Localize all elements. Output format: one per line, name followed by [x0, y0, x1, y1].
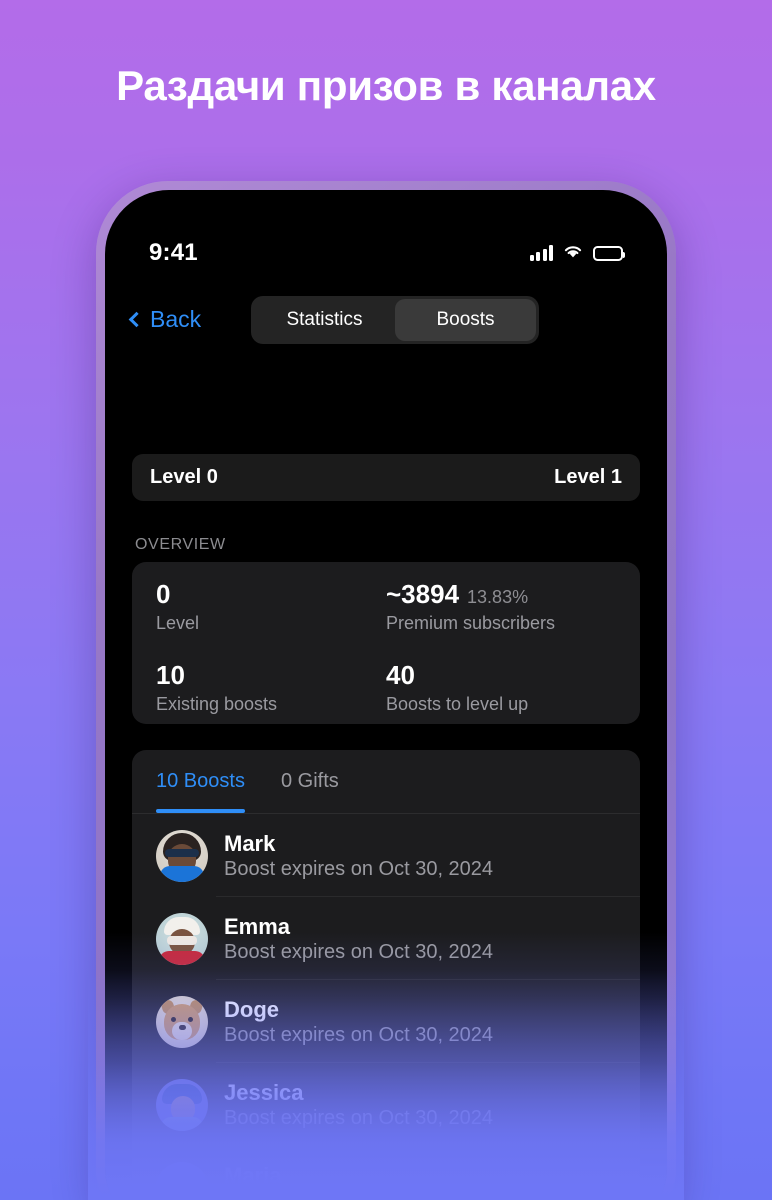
- overview-label: Boosts to level up: [386, 693, 529, 714]
- list-item-name: Jessica: [224, 1079, 304, 1105]
- boost-list-tabs: 10 Boosts 0 Gifts: [132, 750, 640, 814]
- avatar: [156, 829, 208, 882]
- list-item-text: Emma Boost expires on Oct 30, 2024: [224, 914, 493, 964]
- list-item[interactable]: Mark Boost expires on Oct 30, 2024: [132, 814, 640, 897]
- avatar: [156, 912, 208, 965]
- overview-row: 10 Existing boosts 40 Boosts to level up: [156, 660, 616, 724]
- list-item-subtitle: Boost expires on Oct 30, 2024: [224, 1106, 494, 1129]
- overview-value: ~3894: [386, 579, 460, 609]
- list-item[interactable]: Doge Boost expires on Oct 30, 2024: [132, 980, 640, 1063]
- list-item-text: Jessica Boost expires on Oct 30, 2024: [224, 1080, 493, 1130]
- signal-bars-icon: [529, 245, 553, 261]
- overview-card: 0 Level ~3894 13.83% Premium subscribers…: [132, 562, 640, 724]
- phone-screen: 9:41 Back Statistics Boosts Level 0 Leve…: [105, 190, 667, 1200]
- page-title: Раздачи призов в каналах: [116, 62, 656, 109]
- back-button[interactable]: Back: [128, 305, 202, 333]
- list-item-subtitle: Boost expires on Oct 30, 2024: [224, 1023, 494, 1046]
- overview-cell-existing-boosts: 10 Existing boosts: [156, 660, 386, 724]
- tab-boosts-count[interactable]: 10 Boosts: [156, 750, 245, 813]
- tab-gifts-count[interactable]: 0 Gifts: [281, 750, 339, 813]
- level-next-label: Level 1: [554, 466, 622, 488]
- avatar: [156, 1161, 208, 1200]
- list-item[interactable]: Emma Boost expires on Oct 30, 2024: [132, 897, 640, 980]
- level-current-label: Level 0: [150, 466, 218, 488]
- list-item-text: Mark Boost expires on Oct 30, 2024: [224, 831, 493, 881]
- tab-statistics[interactable]: Statistics: [254, 299, 395, 341]
- list-item-text: Maria Boost expires on Oct 30, 2024: [224, 1163, 493, 1200]
- avatar: [156, 1078, 208, 1131]
- list-item-name: Doge: [224, 996, 279, 1022]
- list-item-text: Doge Boost expires on Oct 30, 2024: [224, 997, 493, 1047]
- tab-boosts[interactable]: Boosts: [395, 299, 536, 341]
- overview-row: 0 Level ~3894 13.83% Premium subscribers: [156, 579, 616, 643]
- nav-bar: Back Statistics Boosts: [105, 288, 667, 350]
- overview-label: Premium subscribers: [386, 612, 556, 633]
- list-item-subtitle: Boost expires on Oct 30, 2024: [224, 857, 494, 880]
- wifi-icon: [562, 243, 584, 264]
- list-item-name: Mark: [224, 830, 276, 856]
- overview-value: 10: [156, 660, 185, 690]
- list-item-name: Emma: [224, 913, 291, 939]
- overview-value: 40: [386, 660, 415, 690]
- scroll-content[interactable]: Level 0 Level 1 OVERVIEW 0 Level ~3894 1…: [105, 350, 667, 1200]
- list-item-subtitle: Boost expires on Oct 30, 2024: [224, 1190, 493, 1200]
- chevron-left-icon: [128, 311, 145, 327]
- active-tab-indicator: [156, 809, 245, 813]
- status-bar-icons: [529, 243, 626, 264]
- overview-label: Existing boosts: [156, 693, 278, 714]
- list-item[interactable]: Maria Boost expires on Oct 30, 2024: [132, 1146, 640, 1200]
- phone-frame: 9:41 Back Statistics Boosts Level 0 Leve…: [96, 181, 676, 1200]
- status-bar-time: 9:41: [149, 239, 198, 266]
- status-bar: 9:41: [105, 190, 667, 282]
- overview-cell-boosts-to-level-up: 40 Boosts to level up: [386, 660, 616, 724]
- battery-full-icon: [593, 245, 626, 261]
- back-button-label: Back: [150, 305, 202, 332]
- level-progress-bar: Level 0 Level 1: [132, 454, 640, 501]
- segmented-control[interactable]: Statistics Boosts: [251, 296, 539, 344]
- overview-value-group: ~3894 13.83%: [386, 579, 616, 610]
- overview-label: Level: [156, 612, 200, 633]
- overview-value: 0: [156, 579, 171, 609]
- list-item-subtitle: Boost expires on Oct 30, 2024: [224, 940, 494, 963]
- overview-percent: 13.83%: [467, 587, 529, 607]
- overview-cell-level: 0 Level: [156, 579, 386, 643]
- list-item-name: Maria: [224, 1162, 282, 1188]
- boost-list-card: 10 Boosts 0 Gifts Mark Boost expires on …: [132, 750, 640, 1200]
- overview-cell-premium-subscribers: ~3894 13.83% Premium subscribers: [386, 579, 616, 643]
- overview-section-header: OVERVIEW: [135, 536, 226, 553]
- avatar: [156, 995, 208, 1048]
- list-item[interactable]: Jessica Boost expires on Oct 30, 2024: [132, 1063, 640, 1146]
